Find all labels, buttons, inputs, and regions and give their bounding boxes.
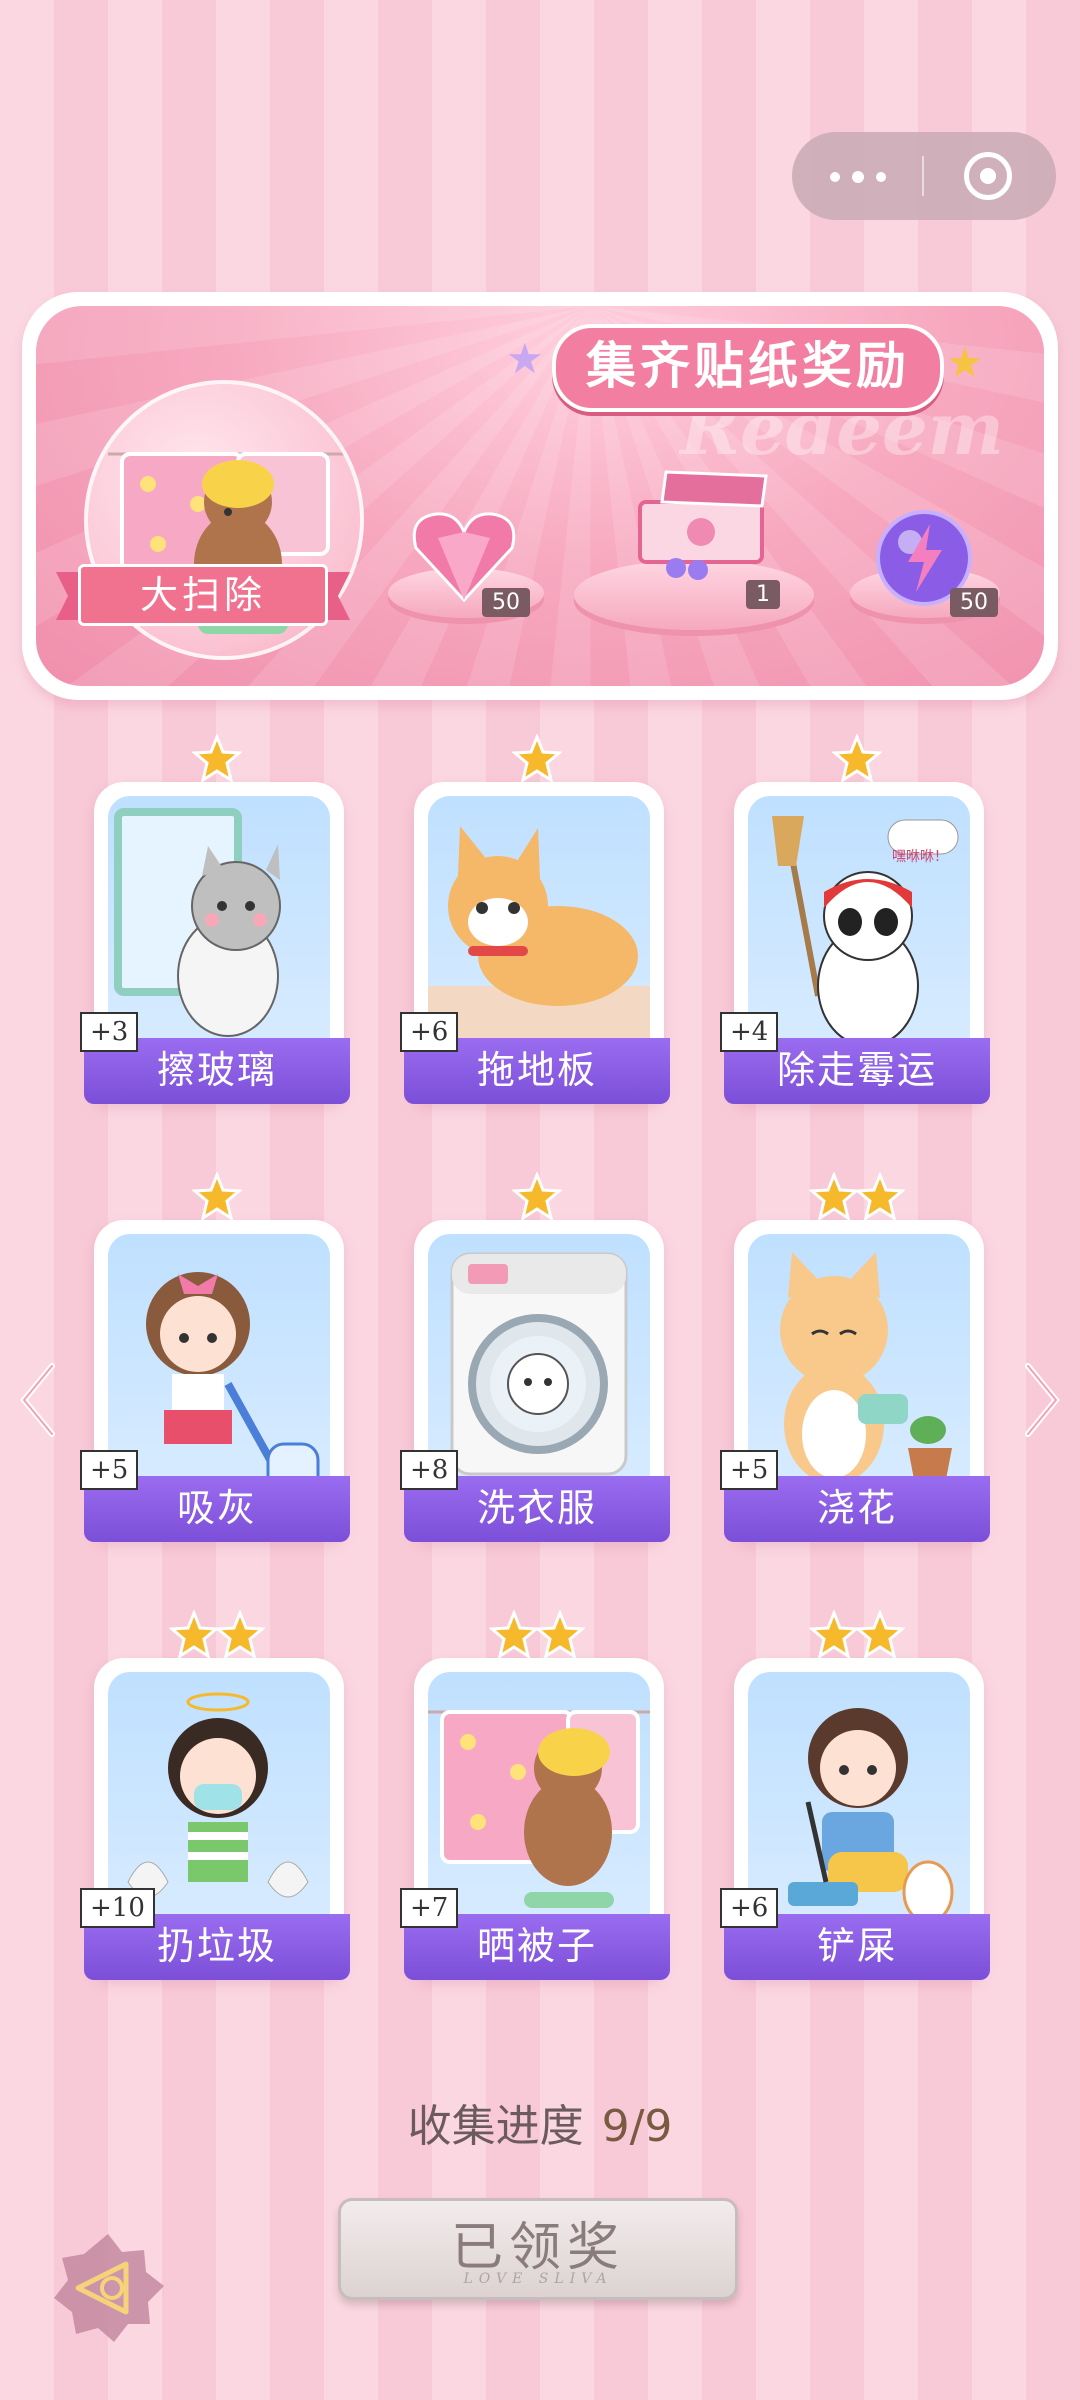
sparkle-star-icon: ★ — [506, 334, 544, 383]
gold-star-icon — [489, 1610, 539, 1660]
sticker-art — [748, 1234, 970, 1504]
star-rating — [404, 1610, 670, 1664]
sticker-art — [108, 1234, 330, 1504]
gold-star-icon — [809, 1172, 859, 1222]
star-rating — [724, 1172, 990, 1226]
sticker-points: +7 — [400, 1888, 459, 1928]
sticker-art — [748, 796, 970, 1066]
sticker-card[interactable]: 晒被子 +7 — [400, 1610, 714, 1988]
more-dots-icon[interactable] — [830, 160, 920, 192]
star-rating — [724, 1610, 990, 1664]
sticker-points: +5 — [80, 1450, 139, 1490]
star-rating — [404, 734, 670, 788]
star-rating — [724, 734, 990, 788]
sticker-card[interactable]: 擦玻璃 +3 — [80, 734, 394, 1112]
collection-progress: 收集进度 9/9 — [0, 2090, 1080, 2154]
claimed-button[interactable]: 已领奖 LOVE SLIVA — [338, 2198, 738, 2300]
sticker-art — [428, 1672, 650, 1942]
gold-star-icon — [215, 1610, 265, 1660]
target-circle-icon[interactable] — [964, 152, 1012, 200]
sticker-card[interactable]: 浇花 +5 — [720, 1172, 1034, 1550]
chevron-left-icon[interactable] — [18, 1360, 58, 1440]
sticker-points: +5 — [720, 1450, 779, 1490]
sticker-points: +6 — [720, 1888, 779, 1928]
sticker-card[interactable]: 拖地板 +6 — [400, 734, 714, 1112]
sticker-card[interactable]: 扔垃圾 +10 — [80, 1610, 394, 1988]
capsule-divider — [922, 156, 924, 196]
gift-box-icon — [638, 470, 768, 580]
sticker-art — [748, 1672, 970, 1942]
sticker-points: +8 — [400, 1450, 459, 1490]
sticker-card[interactable]: 除走霉运 +4 — [720, 734, 1034, 1112]
progress-label: 收集进度 — [407, 2101, 584, 2152]
sticker-points: +4 — [720, 1012, 779, 1052]
gold-star-icon — [512, 1172, 562, 1222]
gold-star-icon — [809, 1610, 859, 1660]
gold-star-icon — [169, 1610, 219, 1660]
sticker-art — [428, 796, 650, 1066]
gold-star-icon — [192, 734, 242, 784]
collection-ribbon: 大扫除 — [56, 564, 350, 626]
panda-speech-text: 嘿咻咻！ — [892, 849, 948, 865]
gold-star-icon — [535, 1610, 585, 1660]
banner-title: 集齐贴纸奖励 — [552, 324, 944, 412]
star-rating — [84, 1610, 350, 1664]
gold-star-icon — [832, 734, 882, 784]
star-rating — [404, 1172, 670, 1226]
progress-value: 9/9 — [601, 2101, 673, 2152]
sticker-points: +6 — [400, 1012, 459, 1052]
gold-star-icon — [855, 1610, 905, 1660]
reward-count: 1 — [746, 580, 780, 609]
sticker-card[interactable]: 吸灰 +5 — [80, 1172, 394, 1550]
sparkle-star-icon: ★ — [946, 338, 984, 387]
reward-count: 50 — [482, 588, 530, 617]
claimed-button-label: 已领奖 — [450, 2218, 625, 2278]
mini-program-capsule — [792, 132, 1056, 220]
collection-name: 大扫除 — [78, 564, 328, 626]
back-arrow-icon[interactable] — [48, 2228, 168, 2348]
star-rating — [84, 734, 350, 788]
gold-star-icon — [192, 1172, 242, 1222]
reward-banner: Redeem 集齐贴纸奖励 ★ ★ 大扫除 50 1 50 — [22, 272, 1058, 700]
sticker-card[interactable]: 洗衣服 +8 — [400, 1172, 714, 1550]
sticker-card[interactable]: 铲屎 +6 — [720, 1610, 1034, 1988]
sticker-art — [428, 1234, 650, 1504]
sticker-points: +3 — [80, 1012, 139, 1052]
sticker-points: +10 — [80, 1888, 155, 1928]
gold-star-icon — [512, 734, 562, 784]
claimed-button-sub: LOVE SLIVA — [463, 2271, 613, 2287]
star-rating — [84, 1172, 350, 1226]
gold-star-icon — [855, 1172, 905, 1222]
reward-count: 50 — [950, 588, 998, 617]
sticker-art — [108, 796, 330, 1066]
